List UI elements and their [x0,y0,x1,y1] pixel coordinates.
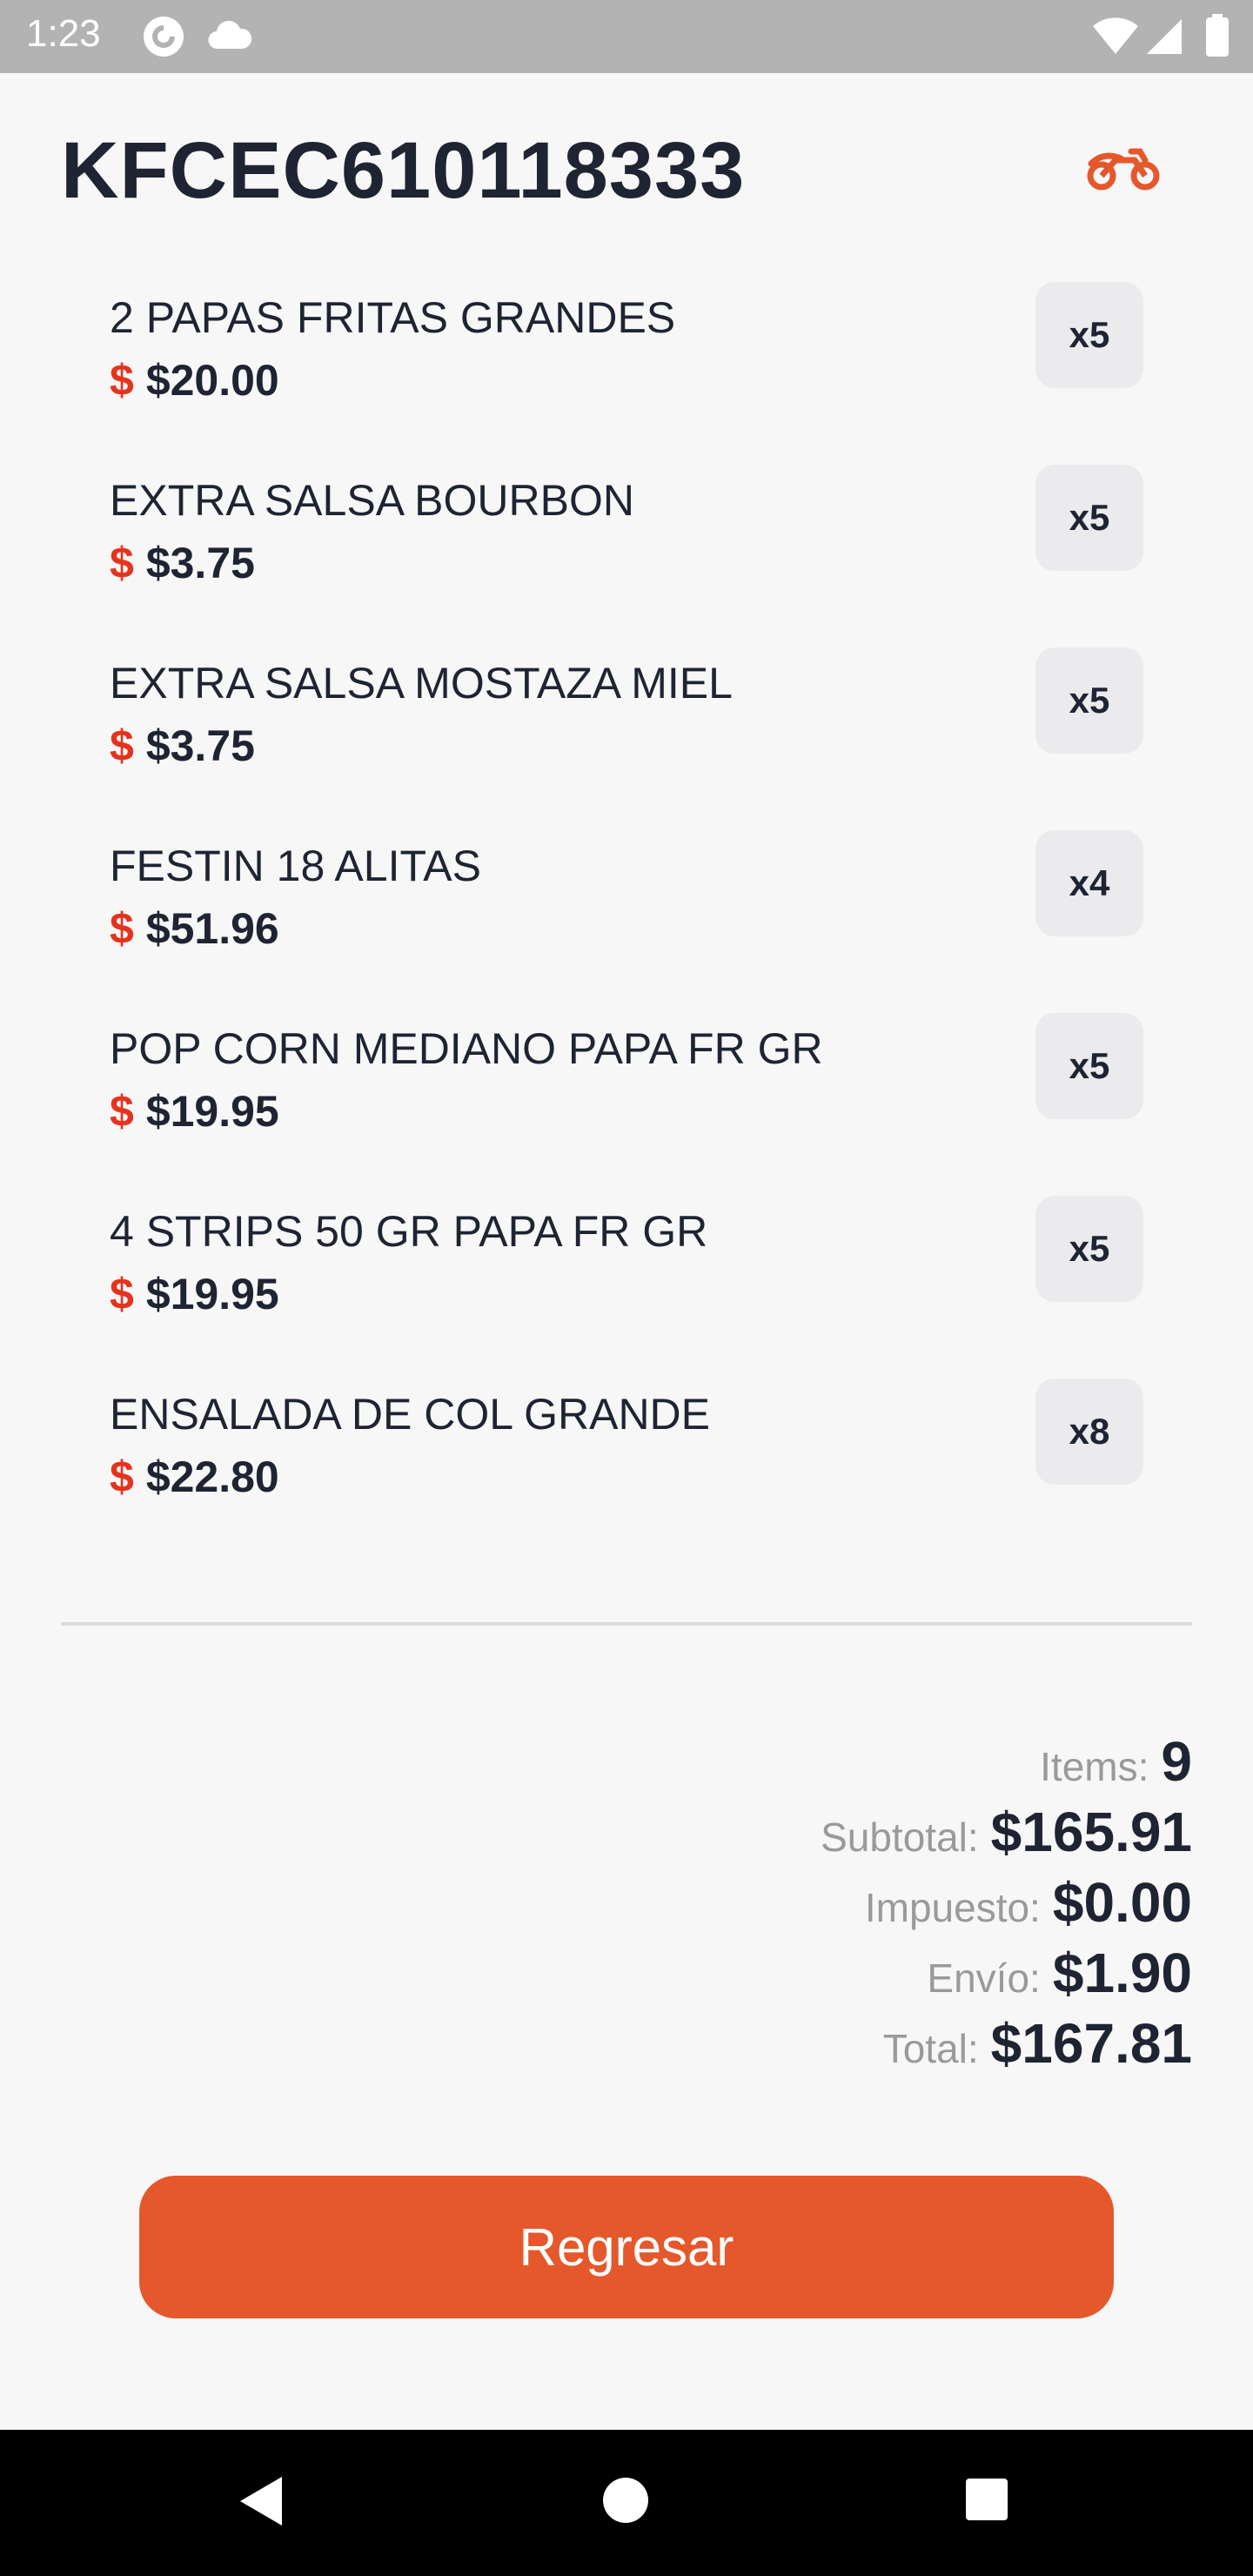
order-code-title: KFCEC610118333 [61,126,746,215]
back-button[interactable]: Regresar [139,2176,1114,2318]
list-item: POP CORN MEDIANO PAPA FR GR $ $19.95 x5 [0,1013,1253,1196]
item-price: $ $51.96 [110,903,279,954]
quantity-badge: x8 [1035,1379,1143,1485]
summary-total-label: Total: [882,2026,979,2071]
list-item: EXTRA SALSA BOURBON $ $3.75 x5 [0,465,1253,647]
currency-symbol: $ [110,1452,134,1501]
order-items-list: 2 PAPAS FRITAS GRANDES $ $20.00 x5 EXTRA … [0,282,1253,1561]
summary-shipping-row: Envío: $1.90 [409,1938,1192,2009]
system-nav-bar [0,2430,1253,2576]
list-item: 4 STRIPS 50 GR PAPA FR GR $ $19.95 x5 [0,1196,1253,1379]
currency-symbol: $ [110,1270,134,1318]
list-item: 2 PAPAS FRITAS GRANDES $ $20.00 x5 [0,282,1253,465]
list-item: ENSALADA DE COL GRANDE $ $22.80 x8 [0,1379,1253,1561]
motorcycle-icon [1086,139,1163,195]
item-price: $ $3.75 [110,538,255,588]
quantity-badge: x5 [1035,465,1143,571]
currency-symbol: $ [110,721,134,770]
home-icon[interactable] [600,2475,651,2530]
list-item: EXTRA SALSA MOSTAZA MIEL $ $3.75 x5 [0,647,1253,830]
signal-icon [1145,16,1183,60]
pocket-casts-icon [141,14,186,64]
summary-tax-label: Impuesto: [864,1885,1041,1930]
order-detail-screen: KFCEC610118333 2 PAPAS FRITAS GRANDES $ $… [0,73,1253,2348]
item-price: $ $19.95 [110,1269,279,1319]
quantity-badge: x5 [1035,282,1143,388]
battery-icon [1204,14,1230,62]
summary-total-row: Total: $167.81 [409,2009,1192,2079]
summary-tax-value: $0.00 [1052,1871,1192,1934]
divider [61,1622,1192,1626]
item-price-value: $3.75 [145,721,255,770]
currency-symbol: $ [110,539,134,587]
item-name: EXTRA SALSA BOURBON [110,476,634,525]
item-price-value: $19.95 [145,1270,279,1318]
wifi-icon [1091,16,1140,60]
summary-items-row: Items: 9 [409,1727,1192,1797]
item-price: $ $3.75 [110,721,255,771]
item-price: $ $19.95 [110,1086,279,1137]
item-price-value: $22.80 [145,1452,279,1501]
item-name: 2 PAPAS FRITAS GRANDES [110,293,676,342]
summary-total-value: $167.81 [990,2012,1192,2075]
order-summary: Items: 9 Subtotal: $165.91 Impuesto: $0.00 … [409,1727,1192,2079]
item-price: $ $20.00 [110,355,279,406]
summary-shipping-label: Envío: [927,1955,1041,2001]
item-name: FESTIN 18 ALITAS [110,842,482,890]
item-price-value: $51.96 [145,904,279,953]
summary-items-label: Items: [1040,1744,1149,1789]
item-price-value: $19.95 [145,1087,279,1136]
quantity-badge: x5 [1035,1013,1143,1119]
item-price-value: $3.75 [145,539,255,587]
summary-subtotal-value: $165.91 [990,1801,1192,1863]
summary-tax-row: Impuesto: $0.00 [409,1868,1192,1938]
summary-subtotal-row: Subtotal: $165.91 [409,1797,1192,1868]
currency-symbol: $ [110,1087,134,1136]
cloud-icon [205,17,254,57]
list-item: FESTIN 18 ALITAS $ $51.96 x4 [0,830,1253,1013]
item-name: ENSALADA DE COL GRANDE [110,1390,711,1439]
summary-items-value: 9 [1161,1730,1192,1793]
recents-icon[interactable] [964,2477,1009,2526]
item-price: $ $22.80 [110,1452,279,1502]
summary-shipping-value: $1.90 [1052,1942,1192,2004]
quantity-badge: x5 [1035,647,1143,754]
currency-symbol: $ [110,356,134,405]
back-icon[interactable] [237,2473,285,2533]
status-time: 1:23 [26,12,101,55]
item-name: EXTRA SALSA MOSTAZA MIEL [110,659,733,708]
item-name: POP CORN MEDIANO PAPA FR GR [110,1024,823,1073]
item-name: 4 STRIPS 50 GR PAPA FR GR [110,1207,708,1256]
status-bar: 1:23 [0,0,1253,73]
summary-subtotal-label: Subtotal: [821,1815,979,1860]
currency-symbol: $ [110,904,134,953]
quantity-badge: x5 [1035,1196,1143,1302]
item-price-value: $20.00 [145,356,279,405]
quantity-badge: x4 [1035,830,1143,936]
